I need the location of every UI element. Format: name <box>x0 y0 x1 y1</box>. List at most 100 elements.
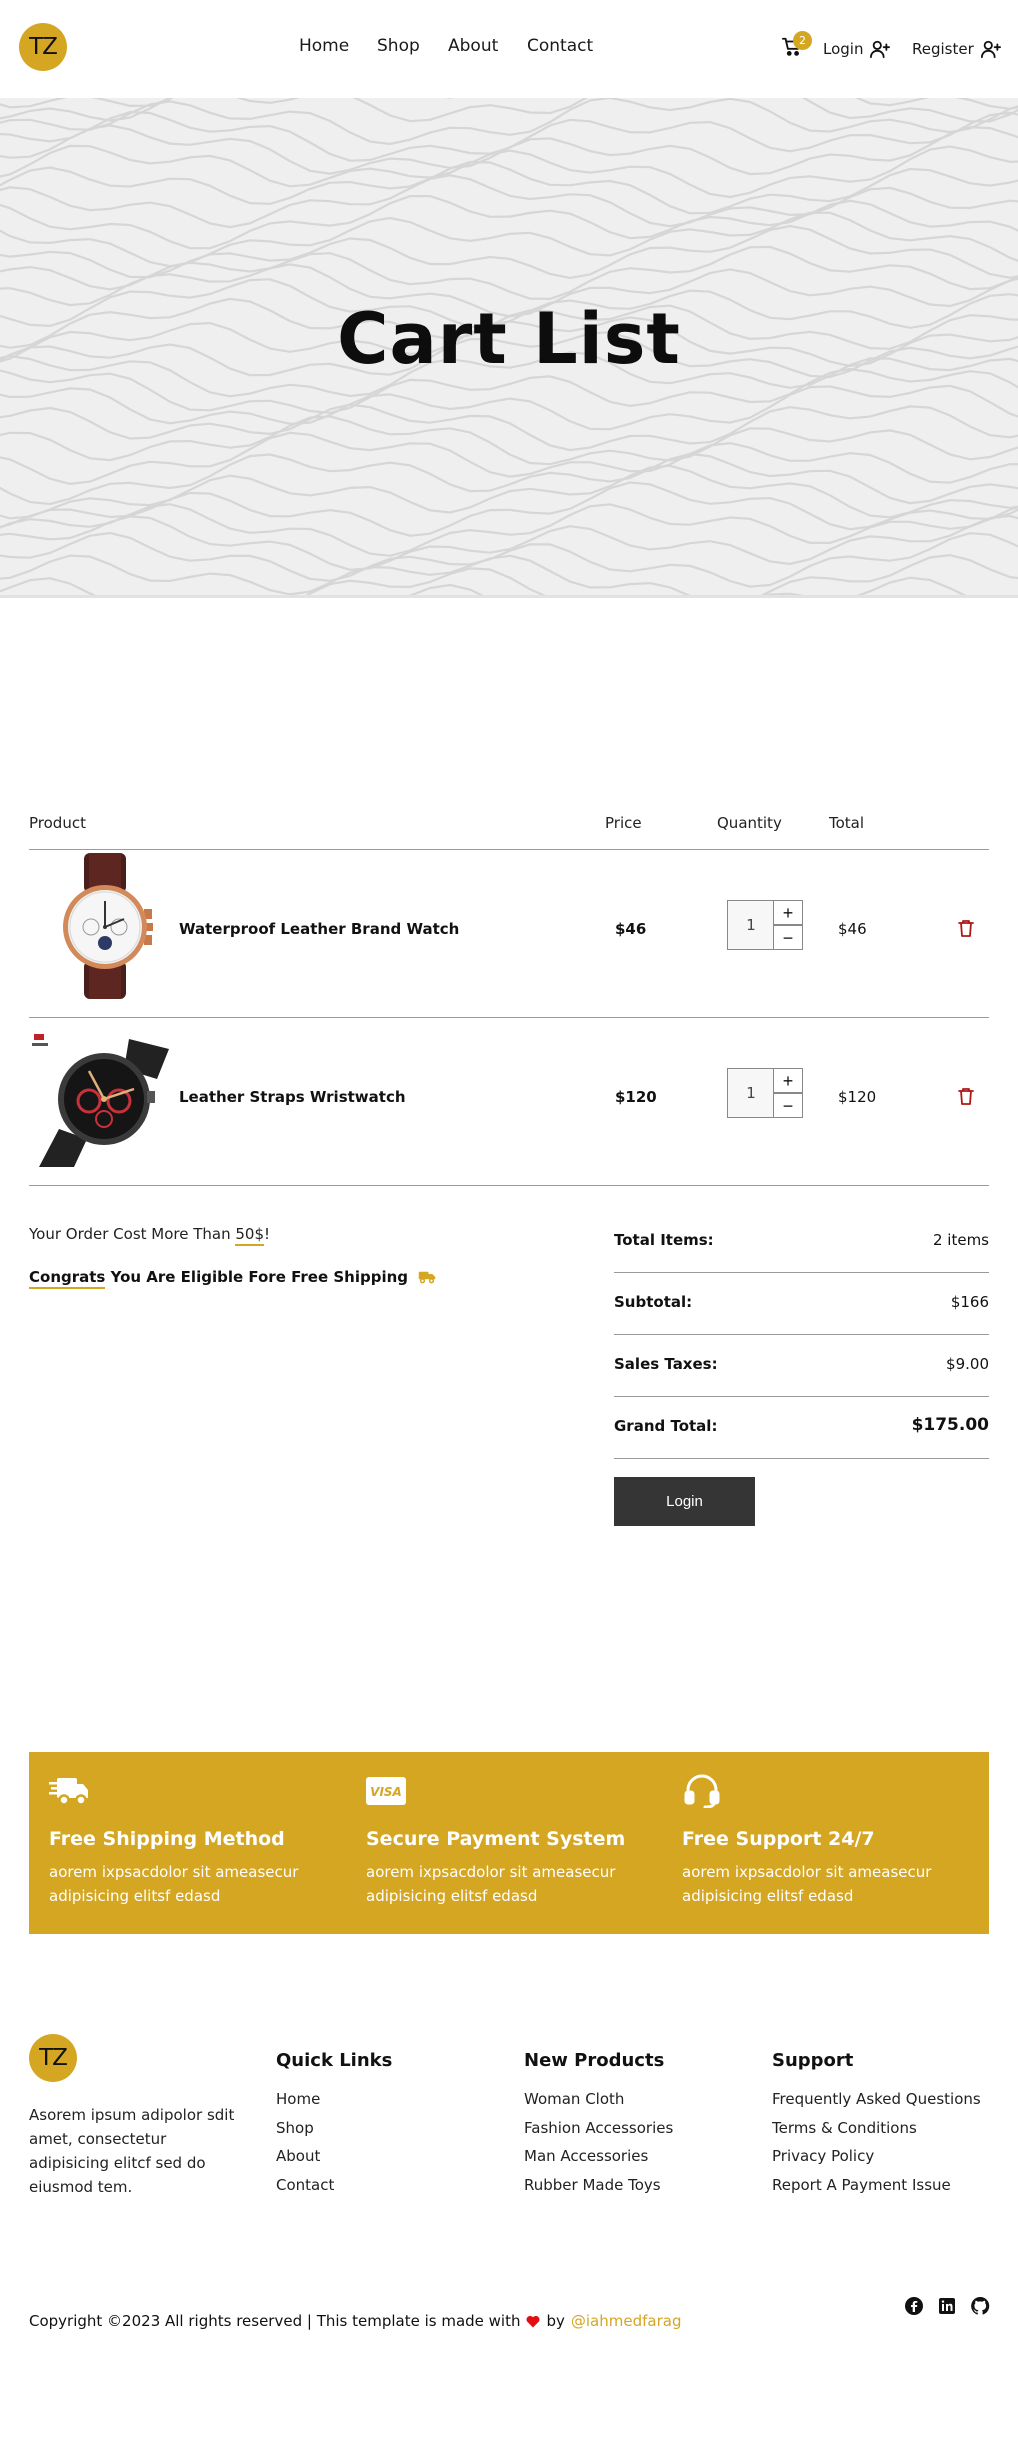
feature-title: Free Shipping Method <box>49 1828 285 1850</box>
linkedin-icon[interactable] <box>937 2296 957 2316</box>
footer-link-shop[interactable]: Shop <box>276 2114 392 2143</box>
footer-logo-text: TZ <box>39 2045 68 2071</box>
contour-line <box>0 110 1018 162</box>
nav-about[interactable]: About <box>448 36 498 56</box>
feature-text: aorem ixpsacdolor sit ameasecur adipisic… <box>49 1863 299 1905</box>
footer-link-faq[interactable]: Frequently Asked Questions <box>772 2085 981 2114</box>
footer-link-about[interactable]: About <box>276 2142 392 2171</box>
footer-link-home[interactable]: Home <box>276 2085 392 2114</box>
order-cost-note: Your Order Cost More Than 50$! <box>29 1225 271 1246</box>
user-plus-icon <box>980 40 1001 59</box>
quantity-decrease-button[interactable]: − <box>773 1093 803 1118</box>
contour-line <box>0 160 1018 215</box>
footer-link-fashion-accessories[interactable]: Fashion Accessories <box>524 2114 673 2143</box>
nav-contact[interactable]: Contact <box>527 36 593 56</box>
nav-shop[interactable]: Shop <box>377 36 420 56</box>
svg-text:VISA: VISA <box>370 1785 402 1799</box>
column-quantity: Quantity <box>717 814 782 832</box>
contour-line <box>408 583 484 595</box>
hero-banner: Cart List <box>0 98 1018 598</box>
contour-line <box>0 403 1018 452</box>
register-link[interactable]: Register <box>912 38 1002 60</box>
footer-new-products: New Products Woman Cloth Fashion Accesso… <box>524 2050 673 2199</box>
site-header: TZ Home Shop About Contact 2 Login Regis… <box>0 0 1018 98</box>
checkout-login-button[interactable]: Login <box>614 1477 755 1526</box>
cart-count-badge: 2 <box>793 31 812 50</box>
copyright-line: Copyright ©2023 All rights reserved | Th… <box>29 2312 681 2330</box>
footer-column-title: Support <box>772 2050 854 2071</box>
footer-about-text: Asorem ipsum adipolor sdit amet, consect… <box>29 2106 235 2196</box>
summary-subtotal: Subtotal: $166 <box>614 1273 989 1335</box>
product-total: $120 <box>838 1088 877 1106</box>
order-note-amount: 50$ <box>235 1225 265 1246</box>
copyright-text: Copyright ©2023 All rights reserved | Th… <box>29 2312 521 2330</box>
feature-secure-payment: VISA Secure Payment System aorem ixpsacd… <box>366 1774 656 1908</box>
total-items-value: 2 items <box>932 1231 989 1249</box>
feature-title: Free Support 24/7 <box>682 1828 875 1850</box>
total-items-label: Total Items: <box>614 1231 714 1249</box>
footer-quick-links: Quick Links Home Shop About Contact <box>276 2050 392 2199</box>
cart-table-header: Product Price Quantity Total <box>29 812 989 850</box>
register-label: Register <box>912 40 974 58</box>
footer-logo[interactable]: TZ <box>29 2034 77 2082</box>
product-image-wristwatch[interactable] <box>29 1019 179 1169</box>
contour-line <box>0 245 1018 301</box>
quantity-value: 1 <box>727 900 775 950</box>
cart-row: Waterproof Leather Brand Watch $46 1 + −… <box>29 850 989 1018</box>
footer-support: Support Frequently Asked Questions Terms… <box>772 2050 981 2199</box>
nav-home[interactable]: Home <box>299 36 349 56</box>
column-product: Product <box>29 814 86 832</box>
author-handle-link[interactable]: @iahmedfarag <box>571 2312 682 2330</box>
footer-column-title: New Products <box>524 2050 665 2071</box>
truck-icon <box>49 1778 88 1806</box>
contour-line <box>0 514 1018 571</box>
footer-link-contact[interactable]: Contact <box>276 2171 392 2200</box>
grand-total-value: $175.00 <box>911 1415 989 1435</box>
features-banner: Free Shipping Method aorem ixpsacdolor s… <box>29 1752 989 1934</box>
summary-total-items: Total Items: 2 items <box>614 1211 989 1273</box>
trash-icon[interactable] <box>957 918 975 938</box>
product-total: $46 <box>838 920 867 938</box>
product-price: $46 <box>615 920 647 938</box>
order-note-suffix: ! <box>264 1225 271 1243</box>
sales-taxes-value: $9.00 <box>946 1355 989 1373</box>
feature-title: Secure Payment System <box>366 1828 626 1850</box>
summary-grand-total: Grand Total: $175.00 <box>614 1397 989 1459</box>
quantity-increase-button[interactable]: + <box>773 900 803 925</box>
footer-link-terms[interactable]: Terms & Conditions <box>772 2114 981 2143</box>
visa-card-icon: VISA <box>366 1777 406 1805</box>
column-total: Total <box>829 814 865 832</box>
product-name[interactable]: Waterproof Leather Brand Watch <box>179 920 459 938</box>
footer-link-woman-cloth[interactable]: Woman Cloth <box>524 2085 673 2114</box>
column-price: Price <box>605 814 642 832</box>
product-price: $120 <box>615 1088 657 1106</box>
user-plus-icon <box>870 40 891 59</box>
feature-text: aorem ixpsacdolor sit ameasecur adipisic… <box>682 1863 932 1905</box>
facebook-icon[interactable] <box>904 2296 924 2316</box>
footer-column-title: Quick Links <box>276 2050 393 2071</box>
contour-line <box>0 567 967 595</box>
free-shipping-message: Congrats You Are Eligible Fore Free Ship… <box>29 1268 436 1289</box>
github-icon[interactable] <box>970 2296 990 2316</box>
product-name[interactable]: Leather Straps Wristwatch <box>179 1088 406 1106</box>
trash-icon[interactable] <box>957 1086 975 1106</box>
heart-icon <box>527 2315 540 2327</box>
headset-icon <box>684 1774 720 1809</box>
copyright-by: by <box>546 2312 565 2330</box>
page-title: Cart List <box>337 298 681 380</box>
product-image-leather-watch[interactable] <box>29 851 179 1001</box>
feature-text: aorem ixpsacdolor sit ameasecur adipisic… <box>366 1863 616 1905</box>
footer-link-privacy[interactable]: Privacy Policy <box>772 2142 981 2171</box>
congrats-highlight: Congrats <box>29 1268 106 1289</box>
login-label: Login <box>823 40 864 58</box>
footer-link-report-payment[interactable]: Report A Payment Issue <box>772 2171 981 2200</box>
grand-total-label: Grand Total: <box>614 1417 718 1435</box>
sales-taxes-label: Sales Taxes: <box>614 1355 718 1373</box>
login-link[interactable]: Login <box>823 38 891 60</box>
quantity-increase-button[interactable]: + <box>773 1068 803 1093</box>
subtotal-value: $166 <box>950 1293 989 1311</box>
footer-link-man-accessories[interactable]: Man Accessories <box>524 2142 673 2171</box>
order-note-prefix: Your Order Cost More Than <box>29 1225 236 1243</box>
quantity-decrease-button[interactable]: − <box>773 925 803 950</box>
footer-link-rubber-toys[interactable]: Rubber Made Toys <box>524 2171 673 2200</box>
